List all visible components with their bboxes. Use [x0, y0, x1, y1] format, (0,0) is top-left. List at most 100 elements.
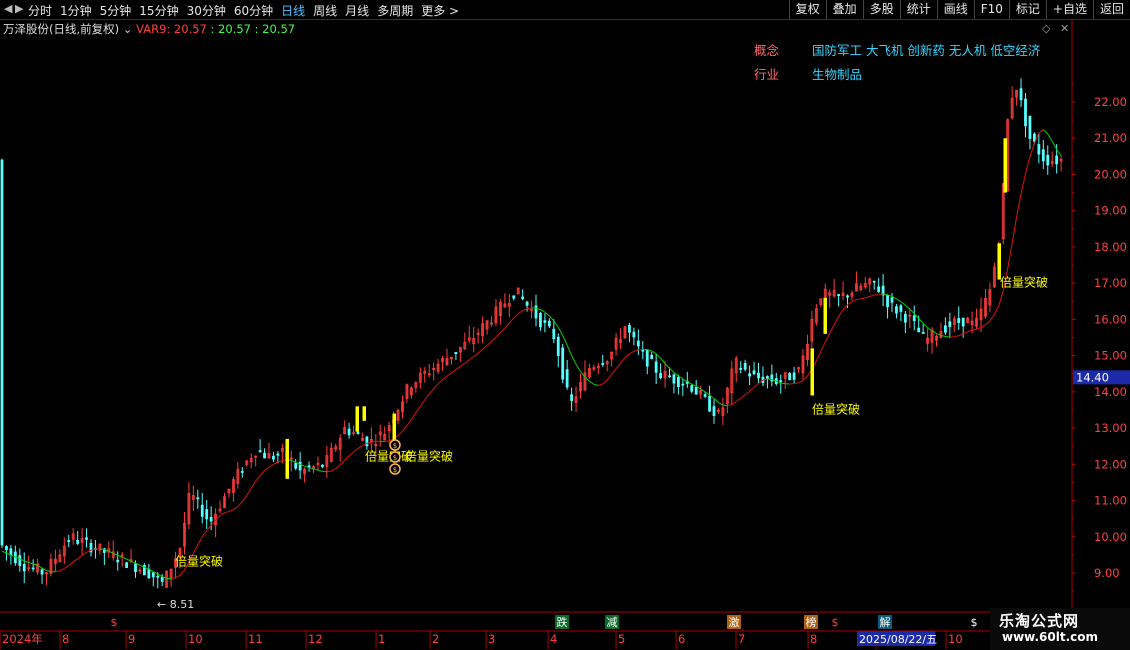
scroll-right-icon[interactable]: ▶: [15, 2, 23, 15]
candle-body: [645, 349, 649, 367]
ma-line-segment: [611, 368, 617, 375]
candle-body: [886, 295, 889, 308]
candle-body: [743, 363, 747, 370]
candle-body: [921, 331, 925, 334]
candle-body: [1024, 98, 1027, 127]
ma-line-segment: [255, 475, 261, 482]
toolbar-button-8[interactable]: 返回: [1092, 0, 1130, 19]
ma-line-segment: [767, 378, 772, 380]
ma-line-segment: [874, 293, 879, 296]
ma-line-segment: [655, 353, 661, 359]
ma-line-segment: [794, 382, 799, 385]
ma-line-segment: [1051, 140, 1058, 150]
candle-body: [944, 325, 947, 333]
ma-line-segment: [727, 404, 732, 407]
ma-line-segment: [130, 560, 136, 564]
ma-line-segment: [513, 313, 519, 319]
period-tab-8[interactable]: 月线: [345, 4, 369, 18]
scroll-left-icon[interactable]: ◀: [4, 2, 12, 15]
candle-body: [890, 297, 894, 303]
candle-body: [547, 320, 551, 327]
ma-line-segment: [664, 363, 670, 369]
kline-chart[interactable]: 22.0021.0020.0019.0018.0017.0016.0015.00…: [0, 19, 1130, 650]
ma-line-segment: [291, 460, 296, 463]
candle-body: [5, 545, 8, 550]
candle-body: [151, 572, 155, 578]
y-tick-label: 14.00: [1094, 385, 1127, 399]
ma-line-segment: [250, 481, 257, 489]
toolbar-button-6[interactable]: 标记: [1008, 0, 1046, 19]
candle-body: [543, 320, 547, 323]
candle-body: [294, 462, 298, 469]
toolbar-button-7[interactable]: +自选: [1045, 0, 1093, 19]
ma-line-segment: [179, 569, 185, 576]
y-tick-label: 22.00: [1094, 95, 1127, 109]
event-marker: $: [971, 616, 978, 629]
ma-line-segment: [268, 463, 274, 468]
toolbar-button-2[interactable]: 多股: [862, 0, 900, 19]
ma-line-segment: [1047, 133, 1053, 142]
ma-line-segment: [651, 350, 657, 355]
ma-line-segment: [780, 382, 786, 385]
x-tick-label: 9: [128, 632, 135, 646]
x-tick-label: 10: [948, 632, 963, 646]
ma-line-segment: [713, 398, 719, 403]
toolbar-button-3[interactable]: 统计: [899, 0, 937, 19]
ma-line-segment: [241, 495, 248, 502]
toolbar-button-0[interactable]: 复权: [788, 0, 826, 19]
candle-body: [752, 370, 756, 375]
ma-line-segment: [744, 390, 750, 396]
event-marker: $: [832, 616, 839, 629]
candle-body: [641, 349, 645, 352]
ma-line-segment: [192, 544, 199, 554]
period-tab-3[interactable]: 15分钟: [139, 4, 178, 18]
ma-line-segment: [909, 308, 915, 315]
event-marker: 减: [607, 616, 618, 629]
ma-line-segment: [980, 324, 986, 328]
ma-line-segment: [68, 561, 74, 566]
ma-line-segment: [348, 451, 354, 457]
toolbar-button-1[interactable]: 叠加: [825, 0, 863, 19]
candle-body: [677, 376, 680, 388]
toolbar-button-5[interactable]: F10: [973, 0, 1009, 19]
period-tab-5[interactable]: 60分钟: [234, 4, 273, 18]
period-tab-7[interactable]: 周线: [313, 4, 337, 18]
candle-body: [757, 372, 760, 379]
ma-line-segment: [566, 344, 573, 356]
ma-line-segment: [277, 460, 283, 463]
ma-line-segment: [72, 558, 78, 563]
industry-label: 行业: [754, 67, 780, 82]
concept-label: 概念: [754, 43, 780, 58]
ma-line-segment: [219, 512, 225, 517]
toolbar-button-4[interactable]: 画线: [936, 0, 974, 19]
period-tab-6[interactable]: 日线: [281, 4, 305, 18]
period-tab-4[interactable]: 30分钟: [187, 4, 226, 18]
candle-body: [160, 576, 164, 582]
candle-body: [837, 294, 840, 296]
ma-line-segment: [197, 536, 203, 546]
ma-line-segment: [842, 304, 848, 311]
ma-line-segment: [998, 290, 1004, 306]
period-tab-2[interactable]: 5分钟: [100, 4, 132, 18]
candle-body: [263, 452, 266, 459]
ma-line-segment: [508, 317, 515, 324]
period-tab-1[interactable]: 1分钟: [60, 4, 92, 18]
low-price-label: ← 8.51: [157, 598, 194, 611]
candle-body: [565, 369, 569, 388]
period-tab-0[interactable]: 分时: [28, 4, 52, 18]
ma-line-segment: [28, 562, 34, 565]
period-tab-10[interactable]: 更多 >: [421, 4, 459, 18]
x-tick-label: 6: [678, 632, 685, 646]
period-tab-9[interactable]: 多周期: [377, 4, 413, 18]
event-marker: $: [111, 616, 118, 629]
ma-line-segment: [473, 352, 479, 358]
ma-line-segment: [815, 351, 822, 362]
candle-body: [846, 295, 849, 298]
candle-body: [636, 340, 640, 347]
candle-body: [556, 336, 560, 356]
ma-line-segment: [491, 336, 497, 342]
industry-value: 生物制品: [811, 67, 862, 82]
ma-line-segment: [856, 298, 861, 301]
candle-body: [347, 428, 351, 436]
candle-body: [877, 286, 881, 292]
